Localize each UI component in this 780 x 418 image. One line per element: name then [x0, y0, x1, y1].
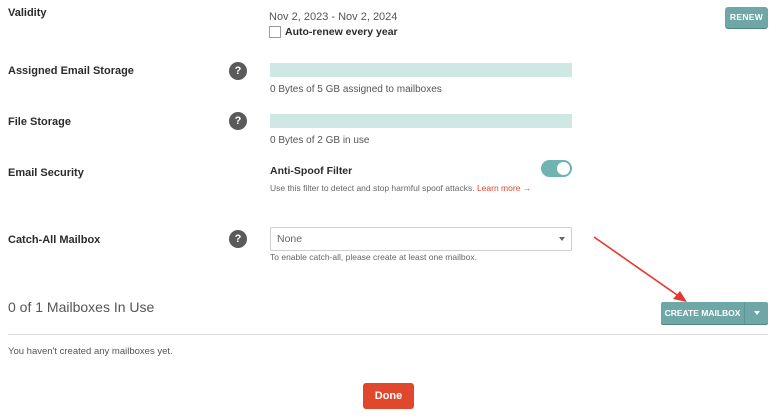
anti-spoof-description-row: Use this filter to detect and stop harmf…: [270, 183, 531, 193]
auto-renew-row[interactable]: Auto-renew every year: [269, 26, 398, 38]
file-storage-bar: [270, 114, 572, 128]
validity-label: Validity: [8, 7, 47, 19]
renew-button[interactable]: RENEW: [725, 7, 768, 28]
empty-mailboxes-message: You haven't created any mailboxes yet.: [8, 346, 173, 357]
catch-all-selected: None: [277, 233, 303, 245]
email-security-label: Email Security: [8, 167, 84, 179]
validity-dates: Nov 2, 2023 - Nov 2, 2024: [269, 11, 398, 23]
file-storage-usage: 0 Bytes of 2 GB in use: [270, 135, 370, 146]
chevron-down-icon: [559, 237, 565, 241]
learn-more-link[interactable]: Learn more →: [477, 183, 531, 193]
create-mailbox-label[interactable]: CREATE MAILBOX: [661, 302, 745, 324]
auto-renew-checkbox[interactable]: [269, 26, 281, 38]
annotation-arrow-icon: [593, 236, 687, 302]
create-mailbox-dropdown[interactable]: [745, 302, 768, 324]
chevron-down-icon: [754, 311, 760, 315]
catch-all-hint: To enable catch-all, please create at le…: [270, 252, 477, 262]
file-storage-help-icon[interactable]: ?: [229, 112, 247, 130]
auto-renew-label: Auto-renew every year: [285, 26, 398, 38]
done-button[interactable]: Done: [363, 383, 414, 409]
catch-all-help-icon[interactable]: ?: [229, 230, 247, 248]
toggle-knob: [557, 162, 570, 175]
anti-spoof-toggle[interactable]: [541, 160, 572, 177]
mailboxes-heading: 0 of 1 Mailboxes In Use: [8, 299, 155, 315]
create-mailbox-button[interactable]: CREATE MAILBOX: [661, 302, 768, 324]
email-storage-help-icon[interactable]: ?: [229, 62, 247, 80]
email-storage-usage: 0 Bytes of 5 GB assigned to mailboxes: [270, 84, 442, 95]
anti-spoof-description: Use this filter to detect and stop harmf…: [270, 183, 475, 193]
catch-all-label: Catch-All Mailbox: [8, 234, 101, 246]
divider: [8, 334, 768, 335]
email-storage-bar: [270, 63, 572, 77]
catch-all-select[interactable]: None: [270, 227, 572, 251]
file-storage-label: File Storage: [8, 116, 71, 128]
email-storage-label: Assigned Email Storage: [8, 65, 134, 77]
anti-spoof-title: Anti-Spoof Filter: [270, 165, 353, 177]
